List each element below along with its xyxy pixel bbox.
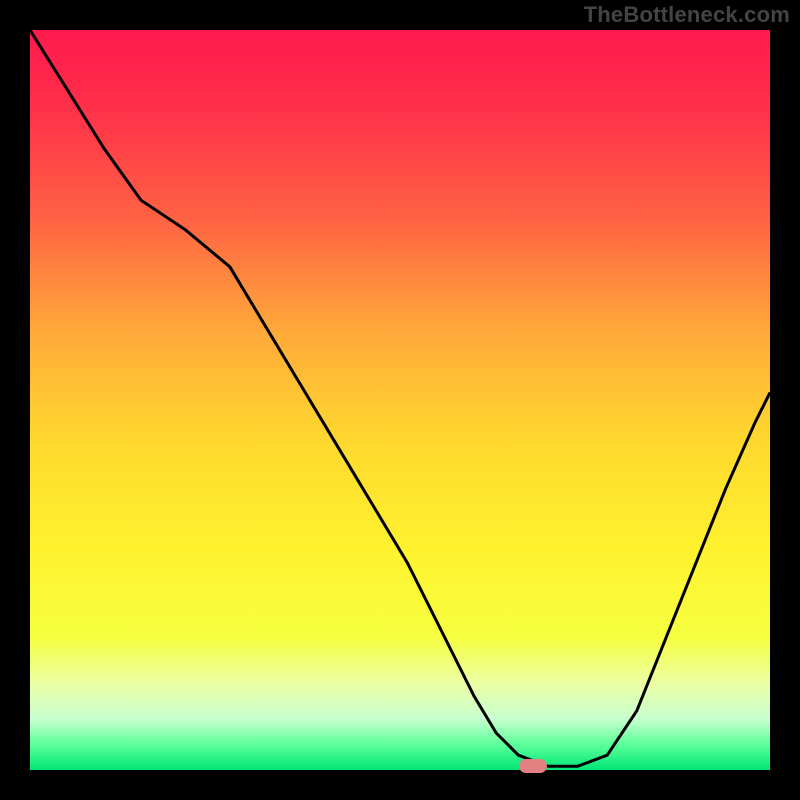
plot-area	[30, 30, 770, 770]
bottleneck-chart	[30, 30, 770, 770]
watermark-text: TheBottleneck.com	[584, 2, 790, 28]
chart-frame: TheBottleneck.com	[0, 0, 800, 800]
optimal-point-marker	[519, 759, 547, 773]
